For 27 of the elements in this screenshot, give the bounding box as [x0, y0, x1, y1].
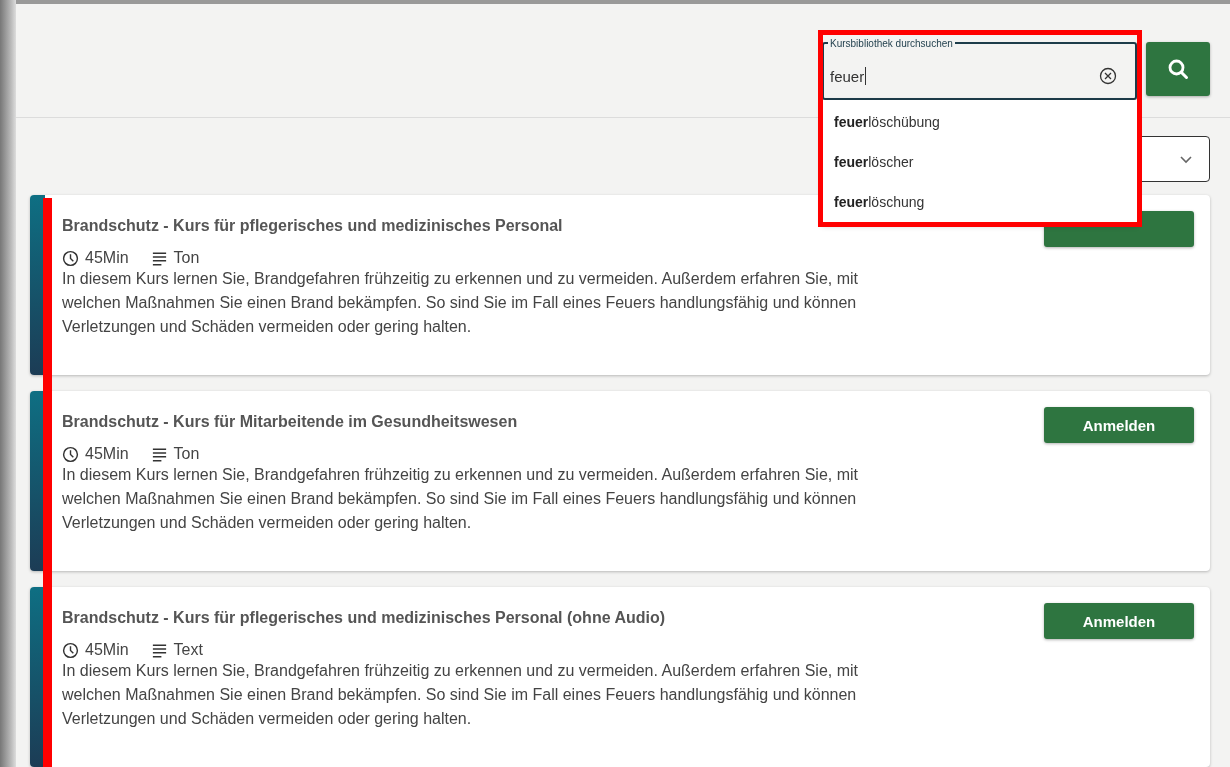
suggestion-item[interactable]: feuerlöscher [822, 142, 1137, 182]
enroll-button[interactable]: Anmelden [1044, 603, 1194, 639]
suggestion-item[interactable]: feuerlöschung [822, 182, 1137, 222]
search-button[interactable] [1146, 42, 1210, 96]
course-description: In diesem Kurs lernen Sie, Brandgefahren frühzeitig zu erkennen und zu vermeiden. Außerdem erfahren Sie, mit welchen Maßnahmen Sie einen Brand bekämpfen. So sind Sie im Fall eines Feuers handlungsfähig und können Verletzungen und Schäden vermeiden oder gering halten. [62, 269, 859, 337]
search-icon [1167, 58, 1189, 80]
search-value: feuer [830, 67, 865, 85]
text-cursor [865, 67, 867, 85]
course-description: In diesem Kurs lernen Sie, Brandgefahren frühzeitig zu erkennen und zu vermeiden. Außerdem erfahren Sie, mit welchen Maßnahmen Sie einen Brand bekämpfen. So sind Sie im Fall eines Feuers handlungsfähig und können Verletzungen und Schäden vermeiden oder gering halten. [62, 661, 859, 729]
course-format: Ton [173, 249, 200, 267]
course-format: Ton [173, 445, 200, 463]
chevron-down-icon [1179, 154, 1193, 164]
course-duration: 45Min [85, 445, 129, 463]
course-title: Brandschutz - Kurs für pflegerisches und medizinisches Personal (ohne Audio) [62, 609, 666, 627]
clock-icon [62, 249, 79, 267]
course-title: Brandschutz - Kurs für pflegerisches und medizinisches Personal [62, 217, 563, 235]
course-duration: 45Min [85, 249, 129, 267]
course-duration: 45Min [85, 641, 129, 659]
course-description: In diesem Kurs lernen Sie, Brandgefahren frühzeitig zu erkennen und zu vermeiden. Außerdem erfahren Sie, mit welchen Maßnahmen Sie einen Brand bekämpfen. So sind Sie im Fall eines Feuers handlungsfähig und können Verletzungen und Schäden vermeiden oder gering halten. [62, 465, 859, 533]
course-title: Brandschutz - Kurs für Mitarbeitende im Gesundheitswesen [62, 413, 518, 431]
clock-icon [62, 641, 79, 659]
clear-icon[interactable] [1099, 67, 1117, 85]
suggestion-item[interactable]: feuerlöschübung [822, 102, 1137, 142]
course-format: Text [173, 641, 203, 659]
enroll-button[interactable]: Anmelden [1044, 407, 1194, 443]
search-label: Kursbibliothek durchsuchen [828, 38, 955, 49]
clock-icon [62, 445, 79, 463]
